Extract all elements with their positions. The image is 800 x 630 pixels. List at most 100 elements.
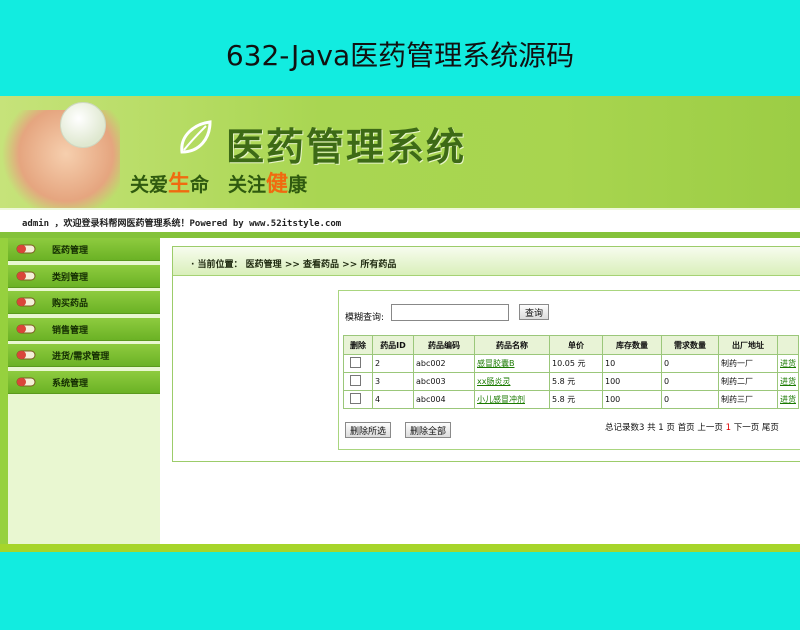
column-header <box>777 335 799 355</box>
sidebar-item-label: 进货/需求管理 <box>52 352 110 363</box>
drug-price: 10.05 元 <box>549 354 603 373</box>
purchase-link[interactable]: 进货 <box>780 377 796 386</box>
panel-header: · 当前位置： 医药管理 >> 查看药品 >> 所有药品 <box>173 247 800 276</box>
last-page-link[interactable]: 尾页 <box>762 423 779 433</box>
purchase-link[interactable]: 进货 <box>780 359 796 368</box>
operation-cell: 进货 <box>777 390 799 409</box>
capsule-icon <box>16 271 36 281</box>
app-window: 医药管理系统 关爱生命 关注健康 admin ，欢迎登录科帮网医药管理系统！Po… <box>0 96 800 552</box>
drug-id: 2 <box>372 354 414 373</box>
drug-code: abc004 <box>413 390 475 409</box>
pill-illustration <box>60 102 106 148</box>
capsule-icon <box>16 324 36 334</box>
table-header-row: 删除 药品ID 药品编码 药品名称 单价 库存数量 需求数量 出厂地址 <box>343 335 799 355</box>
content-panel: · 当前位置： 医药管理 >> 查看药品 >> 所有药品 模糊查询: 查询 删除… <box>172 246 800 462</box>
operation-cell: 进货 <box>777 372 799 391</box>
pagination: 总记录数3 共 1 页 首页 上一页 1 下一页 尾页 <box>605 421 779 433</box>
drug-name-link[interactable]: 小儿感冒冲剂 <box>477 395 525 404</box>
column-header: 单价 <box>549 335 603 355</box>
capsule-icon <box>16 377 36 387</box>
logo-text: 医药管理系统 <box>226 124 467 169</box>
sidebar-item-category-management[interactable]: 类别管理 <box>8 264 160 288</box>
drug-stock: 100 <box>602 390 662 409</box>
row-checkbox[interactable] <box>350 393 361 404</box>
sidebar-item-buy-drugs[interactable]: 购买药品 <box>8 291 160 315</box>
drug-address: 制药二厂 <box>718 372 778 391</box>
row-select-cell <box>343 390 373 409</box>
page-title: 632-Java医药管理系统源码 <box>225 39 575 72</box>
sidebar-item-label: 销售管理 <box>52 325 89 336</box>
left-rail <box>0 238 8 552</box>
table-row: 4 abc004 小儿感冒冲剂 5.8 元 100 0 制药三厂 进货 <box>343 390 799 409</box>
column-header: 库存数量 <box>602 335 662 355</box>
sidebar-item-purchase-demand[interactable]: 进货/需求管理 <box>8 344 160 368</box>
search-label: 模糊查询: <box>345 313 385 323</box>
column-header: 药品名称 <box>474 335 550 355</box>
breadcrumb: · 当前位置： 医药管理 >> 查看药品 >> 所有药品 <box>191 260 397 270</box>
prev-page-link[interactable]: 上一页 <box>697 423 723 433</box>
column-header: 药品ID <box>372 335 414 355</box>
drug-table: 删除 药品ID 药品编码 药品名称 单价 库存数量 需求数量 出厂地址 2 ab… <box>343 335 799 409</box>
column-header: 删除 <box>343 335 373 355</box>
drug-stock: 100 <box>602 372 662 391</box>
drug-list-box: 模糊查询: 查询 删除 药品ID 药品编码 药品名称 单价 库存数量 需求数量 … <box>338 290 800 450</box>
footer-strip <box>0 544 800 552</box>
column-header: 需求数量 <box>661 335 719 355</box>
sidebar-item-label: 医药管理 <box>52 246 89 256</box>
drug-price: 5.8 元 <box>549 390 603 409</box>
drug-id: 3 <box>372 372 414 391</box>
table-row: 3 abc003 xx肠炎灵 5.8 元 100 0 制药二厂 进货 <box>343 372 799 391</box>
drug-name-cell: xx肠炎灵 <box>474 372 550 391</box>
drug-code: abc003 <box>413 372 475 391</box>
search-button[interactable]: 查询 <box>519 304 549 320</box>
capsule-icon <box>16 350 36 360</box>
drug-need: 0 <box>661 372 719 391</box>
sidebar-item-drug-management[interactable]: 医药管理 <box>8 238 160 261</box>
delete-selected-button[interactable]: 删除所选 <box>345 422 392 438</box>
slogan-highlight: 生 <box>168 171 191 197</box>
leaf-logo-icon <box>180 120 212 154</box>
row-select-cell <box>343 354 373 373</box>
total-records: 总记录数3 共 1 页 <box>605 423 675 433</box>
row-checkbox[interactable] <box>350 357 361 368</box>
sidebar-item-system-management[interactable]: 系统管理 <box>8 370 160 394</box>
header-banner: 医药管理系统 关爱生命 关注健康 <box>0 96 800 208</box>
delete-all-button[interactable]: 删除全部 <box>405 422 452 438</box>
row-checkbox[interactable] <box>350 375 361 386</box>
column-header: 出厂地址 <box>718 335 778 355</box>
sidebar-item-label: 类别管理 <box>52 272 89 283</box>
slogan-part: 关爱 <box>130 174 169 196</box>
main-content: · 当前位置： 医药管理 >> 查看药品 >> 所有药品 模糊查询: 查询 删除… <box>160 238 800 552</box>
slogan-part: 康 <box>288 174 308 196</box>
welcome-bar: admin ，欢迎登录科帮网医药管理系统！Powered by www.52it… <box>0 208 800 234</box>
slogan-part: 命 关注 <box>190 174 267 196</box>
drug-name-cell: 小儿感冒冲剂 <box>474 390 550 409</box>
capsule-icon <box>16 297 36 307</box>
drug-need: 0 <box>661 390 719 409</box>
slogan: 关爱生命 关注健康 <box>130 166 307 198</box>
drug-need: 0 <box>661 354 719 373</box>
current-page: 1 <box>725 423 731 433</box>
sidebar-item-label: 购买药品 <box>52 299 89 310</box>
sidebar-item-sales-management[interactable]: 销售管理 <box>8 317 160 341</box>
row-select-cell <box>343 372 373 391</box>
first-page-link[interactable]: 首页 <box>678 423 695 433</box>
purchase-link[interactable]: 进货 <box>780 395 796 404</box>
slogan-highlight: 健 <box>266 171 289 197</box>
table-row: 2 abc002 感冒胶囊B 10.05 元 10 0 制药一厂 进货 <box>343 354 799 373</box>
drug-address: 制药一厂 <box>718 354 778 373</box>
drug-id: 4 <box>372 390 414 409</box>
drug-name-link[interactable]: 感冒胶囊B <box>477 359 515 368</box>
sidebar: 医药管理 类别管理 购买药品 销售管理 进货/需求管理 系统管理 <box>8 238 160 552</box>
capsule-icon <box>16 244 36 254</box>
drug-stock: 10 <box>602 354 662 373</box>
drug-address: 制药三厂 <box>718 390 778 409</box>
drug-name-link[interactable]: xx肠炎灵 <box>477 377 510 386</box>
welcome-text: admin ，欢迎登录科帮网医药管理系统！Powered by www.52it… <box>22 219 342 229</box>
operation-cell: 进货 <box>777 354 799 373</box>
search-input[interactable] <box>391 304 509 321</box>
next-page-link[interactable]: 下一页 <box>734 423 760 433</box>
column-header: 药品编码 <box>413 335 475 355</box>
drug-price: 5.8 元 <box>549 372 603 391</box>
sidebar-item-label: 系统管理 <box>52 378 89 389</box>
